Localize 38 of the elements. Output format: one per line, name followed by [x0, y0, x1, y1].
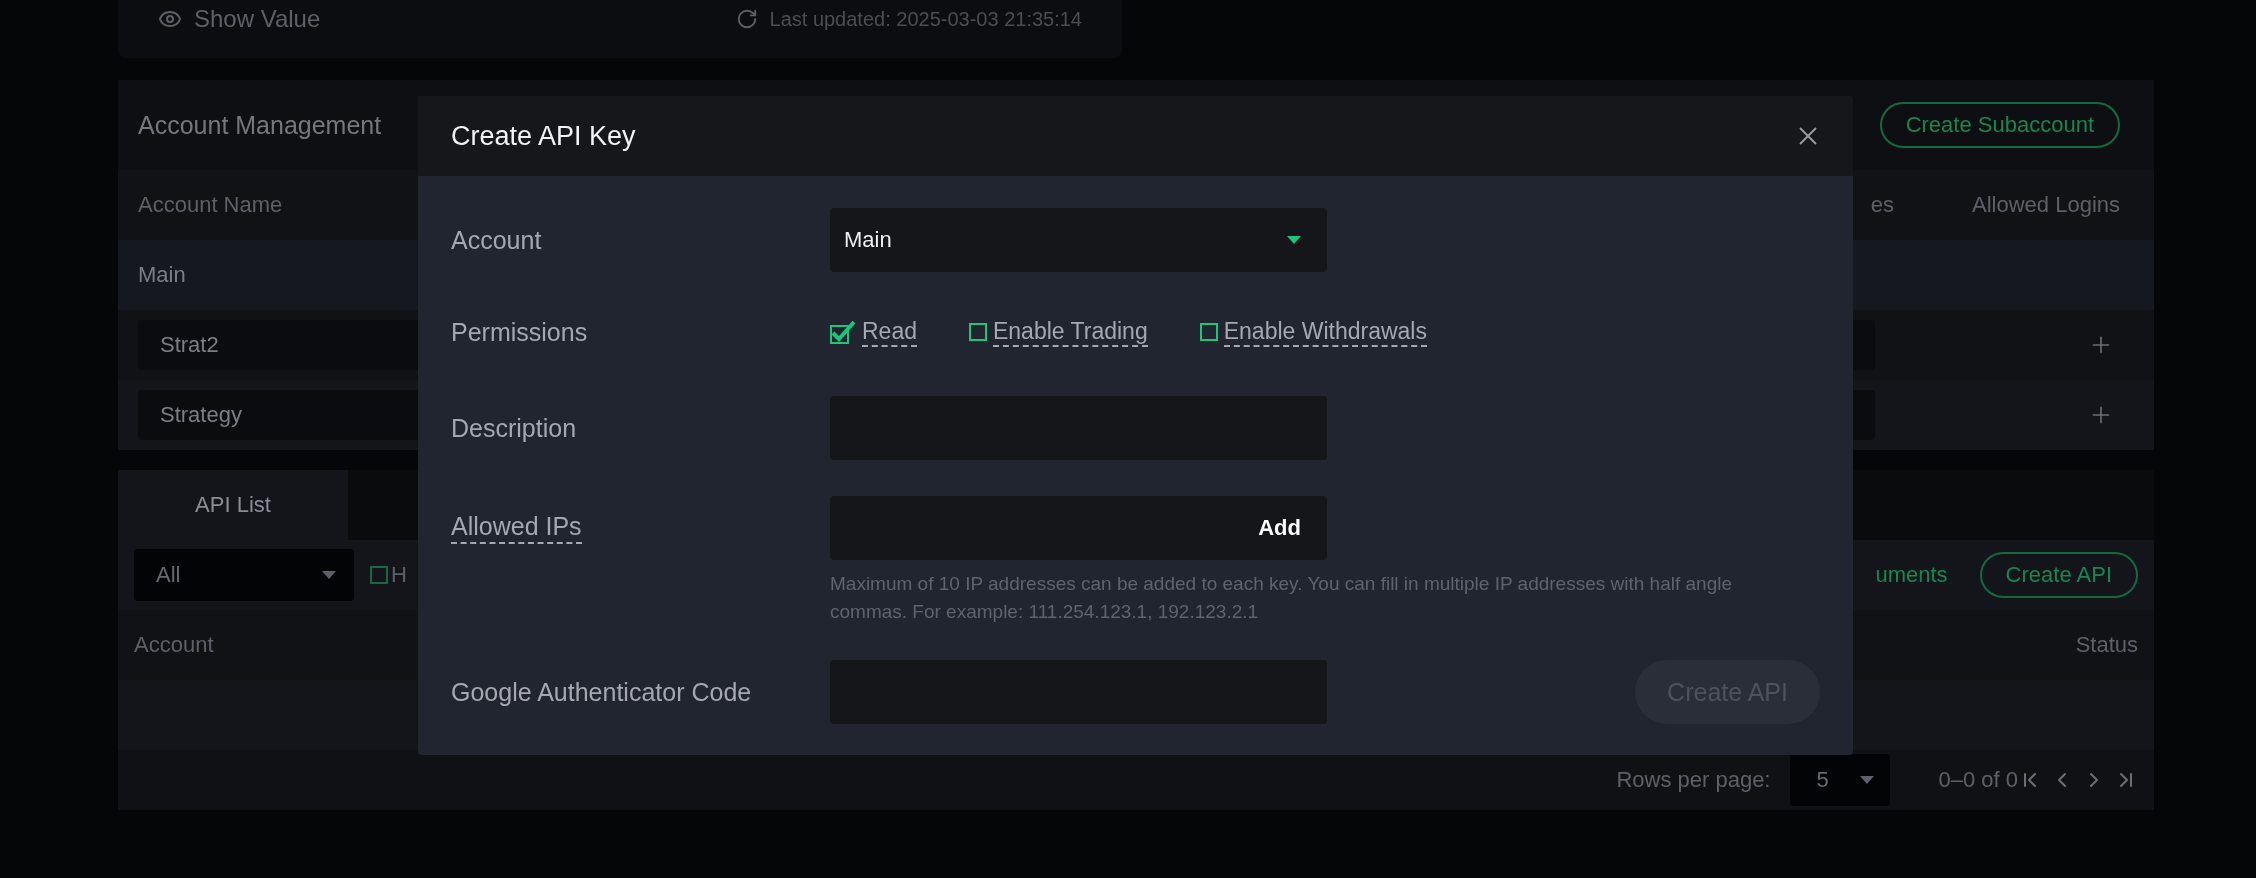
caret-icon: [1860, 776, 1875, 784]
last-updated: Last updated: 2025-03-03 21:35:14: [769, 7, 1082, 31]
permission-label[interactable]: Enable Withdrawals: [1223, 317, 1427, 347]
permission-label[interactable]: Read: [862, 317, 917, 347]
account-select[interactable]: Main: [830, 208, 1327, 272]
refresh-icon[interactable]: [735, 8, 758, 30]
checkbox[interactable]: [370, 566, 388, 584]
add-link[interactable]: Add: [1258, 515, 1301, 541]
account-name: Main: [138, 262, 186, 288]
field-label: Allowed IPs: [451, 510, 582, 544]
field-label: Permissions: [451, 317, 588, 348]
checkbox[interactable]: [969, 323, 987, 341]
checkbox-label: H: [391, 562, 407, 588]
column-header: Allowed Logins: [1972, 192, 2120, 218]
checkbox[interactable]: [1199, 323, 1218, 341]
page-range: 0–0 of 0: [1938, 767, 2018, 793]
field-label: Google Authenticator Code: [451, 677, 752, 708]
create-subaccount-button[interactable]: Create Subaccount: [1879, 102, 2120, 148]
rows-per-page-label: Rows per page:: [1616, 767, 1771, 793]
show-value-toggle[interactable]: Show Value: [194, 5, 321, 33]
caret-icon: [322, 571, 336, 579]
ip-input[interactable]: Add: [830, 496, 1327, 560]
permission-label[interactable]: Enable Trading: [993, 317, 1148, 347]
caret-icon: [1287, 236, 1301, 244]
create-api-button[interactable]: Create API: [1979, 552, 2138, 598]
panel-title: Account Management: [138, 110, 382, 140]
checked-checkbox[interactable]: [830, 320, 856, 344]
dialog-title: Create API Key: [451, 120, 636, 152]
filter-select[interactable]: All: [134, 549, 354, 601]
help-text: Maximum of 10 IP addresses can be added to each key. You can fill in multiple IP addresses with half angle commas. For example: 111.254.123.1, 192.123.2.1: [830, 572, 1733, 624]
rows-per-page-select[interactable]: 5: [1790, 754, 1891, 806]
field-label: Account: [451, 225, 542, 256]
column-header: es: [1870, 192, 1894, 218]
column-header: Account: [134, 632, 214, 658]
tab[interactable]: API List: [118, 470, 348, 540]
column-header: Account Name: [138, 192, 283, 218]
documents-link[interactable]: uments: [1875, 562, 1948, 588]
column-header: Status: [2075, 632, 2138, 658]
